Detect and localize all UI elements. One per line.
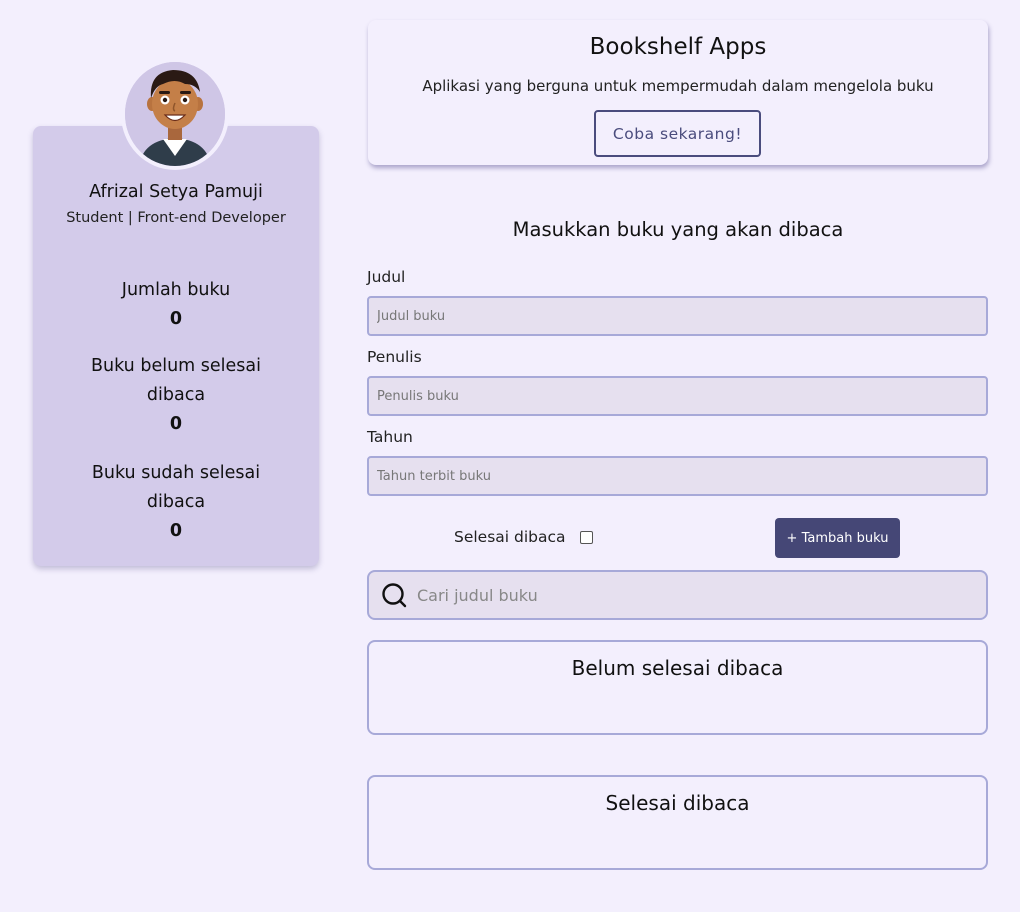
stat-read-books: Buku sudah selesai dibaca 0 bbox=[63, 459, 289, 546]
stat-value: 0 bbox=[169, 414, 183, 434]
stat-label: Buku sudah selesai dibaca bbox=[91, 463, 261, 512]
profile-name: Afrizal Setya Pamuji bbox=[89, 182, 263, 202]
profile-role: Student | Front-end Developer bbox=[66, 210, 286, 226]
developer-avatar-icon bbox=[125, 62, 225, 166]
title-label: Judul bbox=[367, 268, 406, 286]
search-icon bbox=[382, 583, 407, 608]
search-input[interactable] bbox=[417, 585, 977, 605]
avatar bbox=[125, 62, 225, 166]
try-now-button[interactable]: Coba sekarang! bbox=[594, 110, 761, 157]
year-label: Tahun bbox=[367, 428, 413, 446]
search-box bbox=[367, 570, 988, 620]
read-shelf-title: Selesai dibaca bbox=[605, 791, 750, 815]
profile-card: Afrizal Setya Pamuji Student | Front-end… bbox=[33, 126, 319, 566]
avatar-frame bbox=[121, 58, 229, 170]
stat-value: 0 bbox=[169, 521, 183, 541]
unread-shelf: Belum selesai dibaca bbox=[367, 640, 988, 735]
finished-checkbox-label: Selesai dibaca bbox=[454, 528, 566, 546]
add-book-button[interactable]: + Tambah buku bbox=[775, 518, 900, 558]
stat-value: 0 bbox=[169, 309, 183, 329]
title-input[interactable] bbox=[367, 296, 988, 336]
app-description: Aplikasi yang berguna untuk mempermudah … bbox=[422, 77, 934, 95]
year-input[interactable] bbox=[367, 456, 988, 496]
author-input[interactable] bbox=[367, 376, 988, 416]
app-title: Bookshelf Apps bbox=[589, 34, 767, 60]
hero-card: Bookshelf Apps Aplikasi yang berguna unt… bbox=[368, 20, 988, 165]
stat-total-books: Jumlah buku 0 bbox=[63, 276, 289, 334]
finished-checkbox-row: Selesai dibaca bbox=[454, 528, 593, 546]
author-label: Penulis bbox=[367, 348, 422, 366]
unread-shelf-title: Belum selesai dibaca bbox=[571, 656, 784, 680]
stat-label: Buku belum selesai dibaca bbox=[90, 356, 261, 405]
read-shelf: Selesai dibaca bbox=[367, 775, 988, 870]
form-title: Masukkan buku yang akan dibaca bbox=[512, 218, 844, 241]
stat-unread-books: Buku belum selesai dibaca 0 bbox=[63, 352, 289, 439]
stat-label: Jumlah buku bbox=[121, 280, 231, 300]
finished-checkbox[interactable] bbox=[579, 530, 593, 544]
